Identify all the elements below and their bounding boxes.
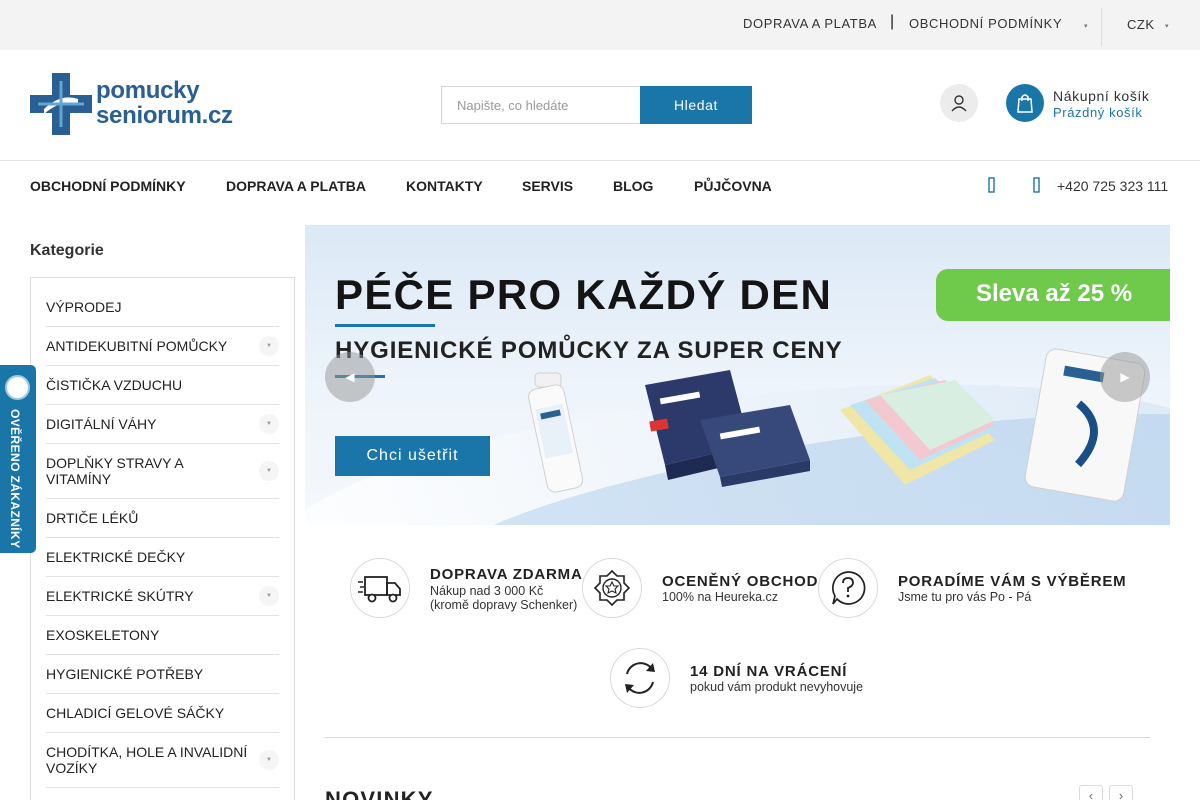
feature-title: PORADÍME VÁM S VÝBĚREM <box>898 573 1127 590</box>
banner-subheadline: HYGIENICKÉ POMŮCKY ZA SUPER CENY <box>335 337 843 364</box>
currency-chevron-icon[interactable]: ▾ <box>1165 22 1169 30</box>
logo-text-line2: seniorum.cz <box>96 102 233 129</box>
nav-item-terms[interactable]: OBCHODNÍ PODMÍNKY <box>30 178 186 194</box>
category-item[interactable]: ELEKTRICKÉ SKÚTRY ▼ <box>46 577 279 616</box>
cart-button[interactable] <box>1006 84 1044 122</box>
cart-title[interactable]: Nákupní košík <box>1053 88 1150 104</box>
category-label: DOPLŇKY STRAVY A VITAMÍNY <box>46 455 183 487</box>
user-icon <box>951 95 967 112</box>
topbar-separator: | <box>890 13 895 30</box>
banner-next-arrow-icon[interactable]: ▶ <box>1100 352 1150 402</box>
search-button[interactable]: Hledat <box>640 86 752 124</box>
category-label: CHLADICÍ GELOVÉ SÁČKY <box>46 705 225 721</box>
chevron-down-icon[interactable]: ▼ <box>259 461 279 481</box>
chevron-down-icon[interactable]: ▼ <box>259 750 279 770</box>
feature-subtitle: Nákup nad 3 000 Kč <box>430 584 544 598</box>
verified-badge-label: OVĚŘENO ZÁKAZNÍKY <box>8 409 22 549</box>
category-item[interactable]: ELEKTRICKÉ DEČKY <box>46 538 279 577</box>
topbar-link-shipping[interactable]: DOPRAVA A PLATBA <box>743 16 877 31</box>
header-divider <box>0 160 1200 161</box>
phone-icon[interactable] <box>1032 176 1042 194</box>
category-item[interactable]: DIGITÁLNÍ VÁHY ▼ <box>46 405 279 444</box>
nav-item-rental[interactable]: PŮJČOVNA <box>694 178 772 194</box>
section-divider <box>325 737 1150 738</box>
verified-seal-icon <box>5 375 30 400</box>
spray-bottle-image <box>528 372 584 493</box>
chevron-down-icon[interactable]: ▼ <box>259 586 279 606</box>
feature-subtitle: 100% na Heureka.cz <box>662 590 779 604</box>
logo-cross-icon <box>30 73 92 135</box>
question-chat-icon <box>818 558 878 618</box>
return-icon <box>610 648 670 708</box>
nav-item-blog[interactable]: BLOG <box>613 178 653 194</box>
category-item[interactable]: VÝPRODEJ <box>46 288 279 327</box>
feature-subtitle: Jsme tu pro vás Po - Pá <box>898 590 1032 604</box>
category-label: ANTIDEKUBITNÍ POMŮCKY <box>46 338 228 354</box>
chevron-down-icon[interactable]: ▼ <box>259 336 279 356</box>
category-label: HYGIENICKÉ POTŘEBY <box>46 666 204 682</box>
banner-cta-button[interactable]: Chci ušetřit <box>335 436 490 476</box>
search-input[interactable] <box>441 86 641 124</box>
category-item[interactable]: ANTIDEKUBITNÍ POMŮCKY ▼ <box>46 327 279 366</box>
category-item[interactable]: EXOSKELETONY <box>46 616 279 655</box>
category-label: DRTIČE LÉKŮ <box>46 510 139 526</box>
category-item[interactable]: CHODÍTKA, HOLE A INVALIDNÍ VOZÍKY ▼ <box>46 733 279 788</box>
category-item[interactable]: INHALÁTORY <box>46 788 279 800</box>
category-item[interactable]: ČISTIČKA VZDUCHU <box>46 366 279 405</box>
topbar-more-icon[interactable]: ▾ <box>1084 22 1088 30</box>
category-item[interactable]: HYGIENICKÉ POTŘEBY <box>46 655 279 694</box>
towels-image <box>840 375 995 485</box>
category-label: DIGITÁLNÍ VÁHY <box>46 416 157 432</box>
categories-panel: VÝPRODEJ ANTIDEKUBITNÍ POMŮCKY ▼ ČISTIČKA V… <box>30 277 295 800</box>
carousel-next-icon[interactable]: › <box>1109 785 1133 800</box>
feature-title: 14 DNÍ NA VRÁCENÍ <box>690 663 848 680</box>
banner-headline: PÉČE PRO KAŽDÝ DEN <box>335 271 833 318</box>
novelties-heading: NOVINKY <box>325 787 434 800</box>
nav-item-shipping[interactable]: DOPRAVA A PLATBA <box>226 178 366 194</box>
site-logo[interactable]: pomucky seniorum.cz <box>30 73 260 135</box>
nav-item-contacts[interactable]: KONTAKTY <box>406 178 483 194</box>
currency-selector[interactable]: CZK <box>1127 17 1155 32</box>
glove-boxes-image <box>645 370 810 487</box>
feature-title: DOPRAVA ZDARMA <box>430 566 583 583</box>
feature-title: OCENĚNÝ OBCHOD <box>662 573 819 590</box>
topbar-divider <box>1101 8 1102 46</box>
topbar-link-terms[interactable]: OBCHODNÍ PODMÍNKY <box>909 16 1062 31</box>
banner-prev-arrow-icon[interactable]: ◀ <box>325 352 375 402</box>
verified-customers-badge[interactable]: OVĚŘENO ZÁKAZNÍKY <box>0 365 36 553</box>
category-label: ČISTIČKA VZDUCHU <box>46 377 183 393</box>
categories-heading: Kategorie <box>30 242 104 259</box>
phone-number[interactable]: +420 725 323 111 <box>1057 178 1168 194</box>
top-bar: DOPRAVA A PLATBA | OBCHODNÍ PODMÍNKY ▾ C… <box>0 0 1200 50</box>
category-item[interactable]: DRTIČE LÉKŮ <box>46 499 279 538</box>
category-label: ELEKTRICKÉ DEČKY <box>46 549 186 565</box>
hero-banner[interactable]: PÉČE PRO KAŽDÝ DEN HYGIENICKÉ POMŮCKY ZA… <box>305 225 1170 525</box>
user-account-button[interactable] <box>940 84 978 122</box>
chevron-down-icon[interactable]: ▼ <box>259 414 279 434</box>
category-label: EXOSKELETONY <box>46 627 160 643</box>
discount-badge: Sleva až 25 % <box>936 269 1170 321</box>
feature-subtitle: pokud vám produkt nevyhovuje <box>690 680 864 694</box>
shopping-bag-icon <box>1017 94 1033 113</box>
category-label: ELEKTRICKÉ SKÚTRY <box>46 588 194 604</box>
category-list: VÝPRODEJ ANTIDEKUBITNÍ POMŮCKY ▼ ČISTIČKA V… <box>46 288 279 800</box>
truck-icon <box>350 558 410 618</box>
category-item[interactable]: DOPLŇKY STRAVY A VITAMÍNY ▼ <box>46 444 279 499</box>
carousel-prev-icon[interactable]: ‹ <box>1079 785 1103 800</box>
nav-item-service[interactable]: SERVIS <box>522 178 573 194</box>
logo-text-line1: pomucky <box>96 77 200 104</box>
headline-underline <box>335 324 435 327</box>
feature-subtitle: (kromě dopravy Schenker) <box>430 598 578 612</box>
award-icon <box>582 558 642 618</box>
category-label: CHODÍTKA, HOLE A INVALIDNÍ VOZÍKY <box>46 744 248 776</box>
category-label: VÝPRODEJ <box>46 299 122 315</box>
category-item[interactable]: CHLADICÍ GELOVÉ SÁČKY <box>46 694 279 733</box>
email-icon[interactable] <box>987 176 997 194</box>
cart-status[interactable]: Prázdný košík <box>1053 105 1142 120</box>
